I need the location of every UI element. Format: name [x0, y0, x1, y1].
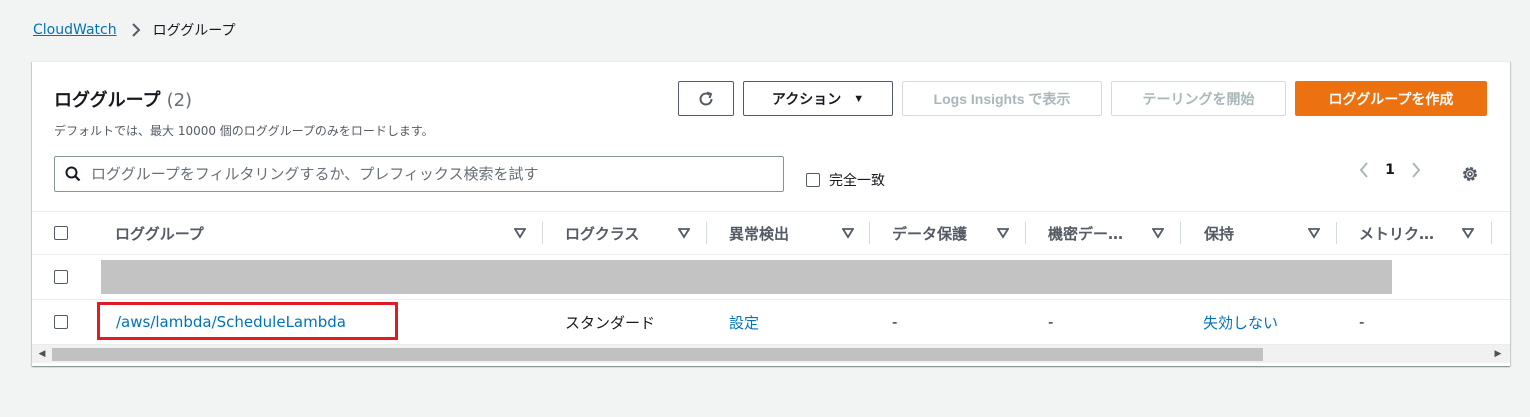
- sort-down-icon[interactable]: [678, 227, 690, 239]
- chevron-right-icon: [131, 23, 141, 37]
- log-class-cell: スタンダード: [565, 313, 656, 332]
- actions-dropdown-button[interactable]: アクション ▼: [743, 81, 893, 116]
- horizontal-scrollbar[interactable]: ◀ ▶: [32, 345, 1510, 363]
- redacted-row-content: [101, 260, 1392, 294]
- sort-down-icon[interactable]: [514, 227, 526, 239]
- scroll-left-icon[interactable]: ◀: [37, 349, 47, 359]
- anomaly-detection-link[interactable]: 設定: [729, 300, 759, 344]
- sort-down-icon[interactable]: [842, 227, 854, 239]
- logs-insights-button[interactable]: Logs Insights で表示: [902, 81, 1102, 116]
- row-select-cell: [54, 300, 68, 344]
- start-tailing-label: テーリングを開始: [1142, 90, 1255, 107]
- panel-description: デフォルトでは、最大 10000 個のロググループのみをロードします。: [54, 124, 434, 138]
- next-page-icon[interactable]: [1402, 162, 1430, 178]
- sort-down-icon[interactable]: [997, 227, 1009, 239]
- column-divider[interactable]: [1336, 222, 1337, 244]
- data-protection-cell: -: [892, 313, 898, 331]
- column-header-log-class[interactable]: ログクラス: [565, 212, 675, 254]
- refresh-button[interactable]: [678, 81, 734, 116]
- column-header-anomaly-detection[interactable]: 異常検出: [729, 212, 839, 254]
- column-header-retention[interactable]: 保持: [1204, 212, 1314, 254]
- metric-filter-cell: -: [1359, 313, 1365, 331]
- log-groups-table: ロググループ ログクラス 異常検出 データ保護 機密デー… 保持 メトリク… /…: [32, 211, 1510, 345]
- column-header-data-protection[interactable]: データ保護: [892, 212, 1002, 254]
- sensitive-data-cell: -: [1048, 313, 1054, 331]
- column-divider[interactable]: [542, 222, 543, 244]
- start-tailing-button[interactable]: テーリングを開始: [1111, 81, 1286, 116]
- scrollbar-thumb[interactable]: [52, 348, 1263, 361]
- table-row[interactable]: /aws/lambda/ScheduleLambda スタンダード 設定 - -…: [32, 300, 1510, 345]
- highlight-annotation: [97, 302, 398, 340]
- column-header-sensitive-data[interactable]: 機密デー…: [1048, 212, 1143, 254]
- breadcrumb-current: ロググループ: [152, 23, 236, 39]
- scroll-right-icon[interactable]: ▶: [1493, 349, 1503, 359]
- sort-down-icon[interactable]: [1462, 227, 1474, 239]
- breadcrumb: CloudWatch ロググループ: [33, 20, 235, 40]
- search-input[interactable]: [91, 159, 783, 189]
- create-log-group-button[interactable]: ロググループを作成: [1295, 81, 1487, 116]
- sort-down-icon[interactable]: [1308, 227, 1320, 239]
- gear-icon[interactable]: [1460, 164, 1480, 188]
- column-divider[interactable]: [1180, 222, 1181, 244]
- sort-down-icon[interactable]: [1152, 227, 1164, 239]
- table-row[interactable]: [32, 255, 1510, 300]
- refresh-icon: [699, 91, 713, 105]
- table-header: ロググループ ログクラス 異常検出 データ保護 機密デー… 保持 メトリク…: [32, 211, 1510, 255]
- search-icon: [55, 166, 91, 182]
- page-title: ロググループ (2): [54, 86, 192, 112]
- breadcrumb-cloudwatch-link[interactable]: CloudWatch: [33, 22, 117, 38]
- page-number[interactable]: 1: [1378, 162, 1402, 178]
- logs-insights-label: Logs Insights で表示: [933, 90, 1071, 107]
- row-checkbox[interactable]: [54, 315, 68, 329]
- panel-title-text: ロググループ: [54, 90, 161, 111]
- row-checkbox[interactable]: [54, 270, 68, 284]
- column-divider[interactable]: [1491, 222, 1492, 244]
- log-groups-panel: ロググループ (2) デフォルトでは、最大 10000 個のロググループのみをロー…: [32, 61, 1510, 366]
- column-header-log-group[interactable]: ロググループ: [115, 212, 495, 254]
- retention-link[interactable]: 失効しない: [1203, 300, 1278, 344]
- column-divider[interactable]: [869, 222, 870, 244]
- actions-label: アクション: [771, 90, 842, 107]
- create-log-group-label: ロググループを作成: [1328, 90, 1454, 107]
- select-all-cell: [54, 212, 68, 254]
- select-all-checkbox[interactable]: [54, 226, 68, 240]
- previous-page-icon[interactable]: [1350, 162, 1378, 178]
- exact-match-checkbox[interactable]: [806, 173, 820, 187]
- column-header-metric-filter[interactable]: メトリク…: [1359, 212, 1449, 254]
- column-divider[interactable]: [706, 222, 707, 244]
- exact-match-option[interactable]: 完全一致: [806, 170, 885, 190]
- exact-match-label: 完全一致: [829, 173, 885, 189]
- caret-down-icon: ▼: [853, 92, 865, 105]
- row-select-cell: [54, 255, 68, 299]
- pagination: 1: [1350, 162, 1430, 178]
- column-divider[interactable]: [1025, 222, 1026, 244]
- log-group-filter: [54, 156, 784, 192]
- log-group-count: (2): [166, 90, 193, 111]
